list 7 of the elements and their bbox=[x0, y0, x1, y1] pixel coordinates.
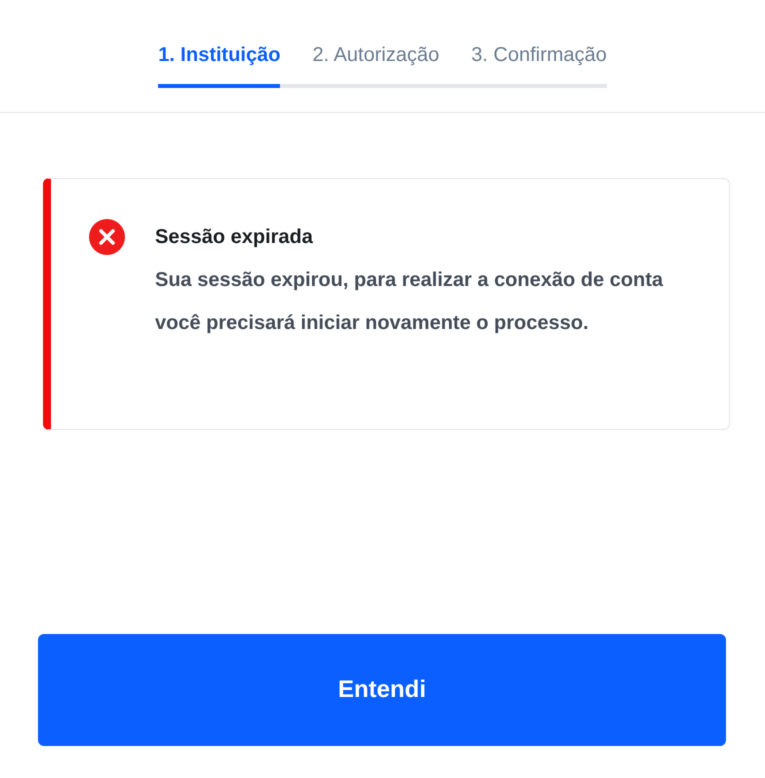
step-tab[interactable]: 1. Instituição bbox=[158, 40, 280, 88]
error-icon bbox=[89, 219, 125, 255]
step-tab[interactable]: 2. Autorização bbox=[312, 40, 440, 88]
alert-title: Sessão expirada bbox=[155, 225, 314, 250]
alert-message: Sua sessão expirou, para realizar a conexão de conta você precisará iniciar novamente o processo. bbox=[155, 268, 664, 336]
step-tab[interactable]: 3. Confirmação bbox=[471, 40, 607, 88]
confirm-button[interactable]: Entendi bbox=[38, 634, 726, 746]
